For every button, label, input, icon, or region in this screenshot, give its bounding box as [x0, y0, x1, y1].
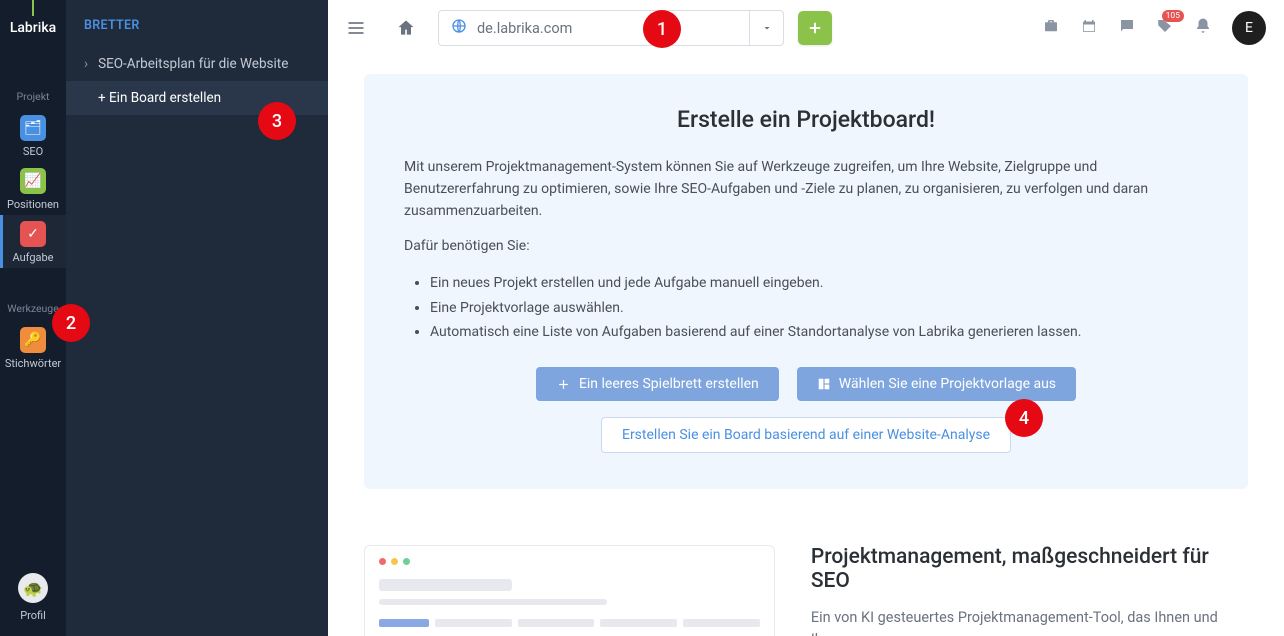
panel-bullet: Ein neues Projekt erstellen und jede Auf…	[430, 272, 1208, 294]
rail-section-projekt: Projekt	[17, 90, 50, 103]
site-selector-main[interactable]: de.labrika.com	[439, 11, 749, 45]
key-icon: 🔑	[20, 327, 46, 353]
home-button[interactable]	[388, 10, 424, 46]
template-icon	[817, 377, 831, 391]
calendar-icon	[1080, 17, 1098, 35]
chat-button[interactable]	[1118, 17, 1136, 39]
button-label: Ein leeres Spielbrett erstellen	[579, 376, 759, 392]
rail-item-label: Stichwörter	[5, 357, 61, 370]
panel-bullet: Automatisch eine Liste von Aufgaben basi…	[430, 321, 1208, 343]
button-label: Wählen Sie eine Projektvorlage aus	[839, 376, 1056, 392]
panel-bullet: Eine Projektvorlage auswählen.	[430, 297, 1208, 319]
sidebar-item-label: SEO-Arbeitsplan für die Website	[98, 56, 288, 72]
add-button[interactable]	[798, 11, 832, 45]
chevron-down-icon	[761, 22, 773, 34]
info-heading: Projektmanagement, maßgeschneidert für S…	[811, 545, 1248, 593]
rail-profile[interactable]: 🐢 Profil	[18, 573, 48, 636]
sidebar-item-label: + Ein Board erstellen	[98, 90, 221, 106]
briefcase-icon	[1042, 17, 1060, 35]
briefcase-icon: 🗂	[20, 115, 46, 141]
menu-icon	[346, 18, 366, 38]
tag-button[interactable]: 105	[1156, 17, 1174, 39]
chat-icon	[1118, 17, 1136, 35]
home-icon	[396, 18, 416, 38]
notification-badge: 105	[1162, 10, 1184, 22]
create-board-panel: Erstelle ein Projektboard! Mit unserem P…	[364, 74, 1248, 489]
profile-label: Profil	[20, 609, 46, 622]
rail-item-label: Aufgabe	[12, 251, 53, 264]
panel-text-2: Dafür benötigen Sie:	[404, 236, 1208, 258]
check-icon: ✓	[20, 221, 46, 247]
rail-item-label: SEO	[23, 145, 43, 158]
content: Erstelle ein Projektboard! Mit unserem P…	[328, 56, 1284, 636]
sidebar-item-create-board[interactable]: + Ein Board erstellen	[66, 81, 328, 115]
info-text: Projektmanagement, maßgeschneidert für S…	[811, 545, 1248, 636]
window-controls-icon	[379, 558, 760, 565]
panel-button-row-2: Erstellen Sie ein Board basierend auf ei…	[404, 417, 1208, 453]
sidebar-heading: BRETTER	[66, 0, 328, 47]
logo[interactable]: Labrika	[0, 0, 66, 56]
panel-title: Erstelle ein Projektboard!	[404, 106, 1208, 133]
sidebar-item-seo-arbeitsplan[interactable]: › SEO-Arbeitsplan für die Website	[66, 47, 328, 81]
plus-icon	[806, 19, 824, 37]
briefcase-button[interactable]	[1042, 17, 1060, 39]
rail-item-aufgabe[interactable]: ✓ Aufgabe	[0, 215, 66, 268]
panel-button-row-1: Ein leeres Spielbrett erstellen Wählen S…	[404, 367, 1208, 401]
secondary-sidebar: BRETTER › SEO-Arbeitsplan für die Websit…	[66, 0, 328, 636]
plus-icon	[556, 377, 571, 392]
button-label: Erstellen Sie ein Board basierend auf ei…	[622, 427, 990, 443]
rail-item-stichwoerter[interactable]: 🔑 Stichwörter	[0, 321, 66, 374]
left-rail: Labrika Projekt 🗂 SEO 📈 Positionen ✓ Auf…	[0, 0, 66, 636]
info-section: Projektmanagement, maßgeschneidert für S…	[364, 545, 1248, 636]
topbar: de.labrika.com 105	[328, 0, 1284, 56]
rail-section-werkzeuge: Werkzeuge	[7, 302, 59, 315]
create-from-analysis-button[interactable]: Erstellen Sie ein Board basierend auf ei…	[601, 417, 1011, 453]
profile-avatar-icon: 🐢	[18, 573, 48, 603]
panel-bullets: Ein neues Projekt erstellen und jede Auf…	[430, 272, 1208, 343]
calendar-button[interactable]	[1080, 17, 1098, 39]
site-selector: de.labrika.com	[438, 10, 784, 46]
bell-button[interactable]	[1194, 17, 1212, 39]
chart-icon: 📈	[20, 168, 46, 194]
menu-button[interactable]	[338, 10, 374, 46]
mock-browser-image	[364, 545, 775, 636]
bell-icon	[1194, 17, 1212, 35]
topbar-icons: 105 E	[1042, 11, 1266, 45]
create-empty-board-button[interactable]: Ein leeres Spielbrett erstellen	[536, 367, 779, 401]
chevron-right-icon: ›	[84, 56, 88, 72]
panel-text-1: Mit unserem Projektmanagement-System kön…	[404, 157, 1208, 222]
site-selector-text: de.labrika.com	[477, 20, 572, 37]
info-paragraph: Ein von KI gesteuertes Projektmanagement…	[811, 607, 1248, 636]
globe-icon	[451, 18, 467, 38]
rail-item-label: Positionen	[7, 198, 59, 211]
choose-template-button[interactable]: Wählen Sie eine Projektvorlage aus	[797, 367, 1076, 401]
rail-item-seo[interactable]: 🗂 SEO	[0, 109, 66, 162]
site-selector-dropdown[interactable]	[749, 11, 783, 45]
rail-item-positionen[interactable]: 📈 Positionen	[0, 162, 66, 215]
main-area: de.labrika.com 105	[328, 0, 1284, 636]
user-avatar[interactable]: E	[1232, 11, 1266, 45]
